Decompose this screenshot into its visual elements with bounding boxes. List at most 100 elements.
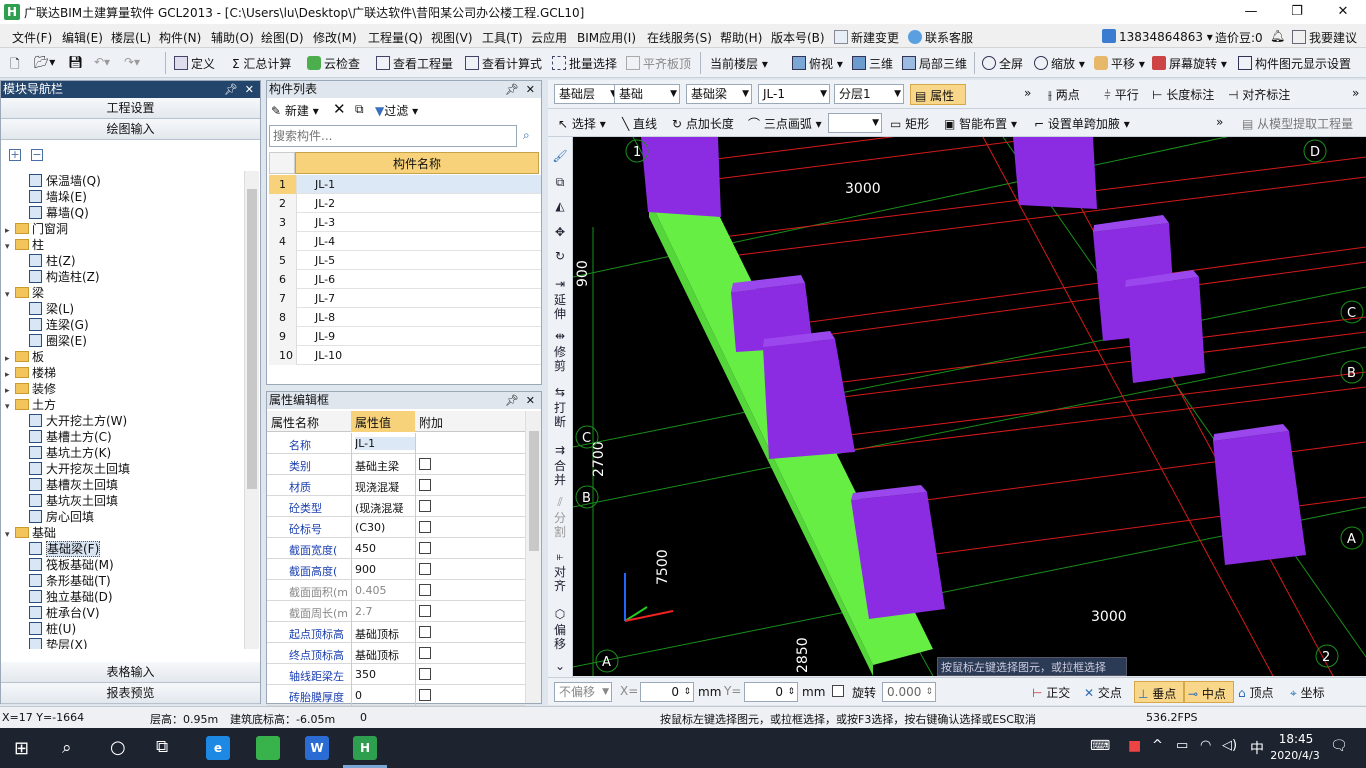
edge-icon[interactable]: e [206,736,230,760]
menu-online[interactable]: 在线服务(S) [647,29,712,46]
property-row[interactable]: 截面宽度(450 [267,538,525,559]
property-row[interactable]: 截面面积(m 0.405 [267,580,525,601]
align-icon[interactable]: ⫦ [551,549,569,563]
property-row[interactable]: 砖胎膜厚度 0 [267,685,525,706]
category-select[interactable]: 基础 ▼ [614,84,680,104]
vertex-toggle[interactable]: ⌂ 顶点 [1238,684,1273,701]
search-icon[interactable]: ⌕ [523,128,530,143]
menu-edit[interactable]: 编辑(E) [62,29,103,46]
glodon-app-icon[interactable]: H [353,736,377,760]
project-settings-button[interactable]: 工程设置 [1,98,260,119]
copy-tool-icon[interactable]: ⧉ [551,175,569,189]
flat-board-button[interactable]: 平齐板顶 [626,55,691,72]
menu-modify[interactable]: 修改(M) [313,29,357,46]
pin-icon[interactable]: 📌︎ [505,392,519,409]
tree-folder[interactable]: ▾ 柱 [5,237,44,253]
extend-icon[interactable]: ⇥ [551,277,569,291]
component-row[interactable]: 3 JL-3 [269,213,541,232]
suggest-button[interactable]: 我要建议 [1292,29,1357,46]
pan-button[interactable]: 平移 ▾ [1094,55,1145,72]
3d-button[interactable]: 三维 [852,55,893,72]
more-chevron-icon[interactable]: » [1024,86,1031,100]
property-extra-checkbox[interactable] [419,458,431,470]
tree-item[interactable]: 基坑土方(K) [29,445,111,461]
property-extra-checkbox[interactable] [419,521,431,533]
more-down-icon[interactable]: ⌄ [551,659,569,673]
arc-tool-button[interactable]: ⌒ 三点画弧 ▾ [748,115,822,132]
trim-button[interactable]: 修剪 [551,345,569,373]
perp-toggle[interactable]: ⊥ 垂点 [1134,681,1184,703]
column[interactable] [1213,431,1306,565]
scrollbar-thumb[interactable] [529,431,539,551]
move-icon[interactable]: ✥ [551,225,569,239]
menu-aux[interactable]: 辅助(O) [211,29,254,46]
property-value[interactable]: 2.7 [355,605,415,618]
intersect-toggle[interactable]: ✕ 交点 [1084,684,1122,701]
3d-viewport[interactable]: 3000 3000 900 2700 7500 2850 1 D C B A 2… [573,137,1366,676]
component-row[interactable]: 2 JL-2 [269,194,541,213]
delete-icon[interactable]: ✕ [333,100,346,118]
break-icon[interactable]: ⇆ [551,385,569,399]
layer-select[interactable]: 分层1 ▼ [834,84,904,104]
expand-all-button[interactable]: + [9,149,21,161]
define-button[interactable]: 定义 [174,55,215,72]
menu-tools[interactable]: 工具(T) [482,29,523,46]
close-icon[interactable]: ✕ [526,392,535,409]
property-value[interactable]: 基础顶标 [355,626,415,642]
column-header-name[interactable]: 构件名称 [295,152,539,174]
attribute-toggle[interactable]: ▤ 属性 [910,84,966,105]
column[interactable] [763,339,855,459]
y-offset-input[interactable]: 0 ⇕ [744,682,798,702]
tree-item[interactable]: 房心回填 [29,509,94,525]
close-icon[interactable]: ✕ [526,81,535,98]
open-folder-icon[interactable]: 📂︎▾ [34,55,55,69]
rect-tool-button[interactable]: ▭ 矩形 [890,115,929,132]
property-extra-checkbox[interactable] [419,647,431,659]
zoom-button[interactable]: 缩放 ▾ [1034,55,1085,72]
tree-scrollbar[interactable] [244,171,259,649]
rotate-tool-icon[interactable]: ↻ [551,249,569,263]
windows-start-icon[interactable]: ⊞ [14,738,29,759]
tree-item[interactable]: 大开挖灰土回填 [29,461,130,477]
filter-button[interactable]: ▼过滤 ▾ [375,102,418,119]
fullscreen-button[interactable]: 全屏 [982,55,1023,72]
close-icon[interactable]: ✕ [245,81,254,98]
merge-button[interactable]: 合并 [551,459,569,487]
copy-icon[interactable]: ⧉ [355,102,364,117]
extend-button[interactable]: 延伸 [551,293,569,321]
align-mark-button[interactable]: ⊣ 对齐标注 [1228,86,1290,103]
merge-icon[interactable]: ⇉ [551,443,569,457]
clock-date[interactable]: 2020/4/3 [1262,749,1328,762]
tree-item[interactable]: 墙垛(E) [29,189,87,205]
tree-item[interactable]: 梁(L) [29,301,74,317]
batch-select-button[interactable]: 批量选择 [552,55,617,72]
break-button[interactable]: 打断 [551,401,569,429]
menu-bim[interactable]: BIM应用(I) [577,29,636,46]
item-select[interactable]: JL-1 ▼ [758,84,830,104]
property-value[interactable]: (C30) [355,521,415,534]
volume-icon[interactable]: ◁) [1222,738,1237,753]
sum-calc-button[interactable]: Σ 汇总计算 [232,55,291,72]
property-value[interactable]: 现浇混凝 [355,479,415,495]
property-value[interactable]: 450 [355,542,415,555]
column[interactable] [1013,137,1097,209]
tree-folder[interactable]: ▸ 楼梯 [5,365,56,381]
property-extra-checkbox[interactable] [419,668,431,680]
view-formula-button[interactable]: 查看计算式 [465,55,542,72]
collapse-icon[interactable]: ▾ [5,399,15,415]
component-row[interactable]: 1 JL-1 [269,175,541,194]
rotate-angle-input[interactable]: 0.000 ⇕ [882,682,936,702]
tree-item[interactable]: 圈梁(E) [29,333,87,349]
tree-item[interactable]: 幕墙(Q) [29,205,89,221]
new-file-icon[interactable]: 🗋 [10,55,20,76]
component-row[interactable]: 7 JL-7 [269,289,541,308]
property-row[interactable]: 截面周长(m 2.7 [267,601,525,622]
tree-item[interactable]: 基槽土方(C) [29,429,112,445]
menu-component[interactable]: 构件(N) [159,29,201,46]
mid-toggle[interactable]: ⊸ 中点 [1184,681,1234,703]
report-preview-button[interactable]: 报表预览 [1,683,260,704]
component-row[interactable]: 8 JL-8 [269,308,541,327]
property-value[interactable]: 0 [355,689,415,702]
align-button[interactable]: 对齐 [551,565,569,593]
local-3d-button[interactable]: 局部三维 [902,55,967,72]
